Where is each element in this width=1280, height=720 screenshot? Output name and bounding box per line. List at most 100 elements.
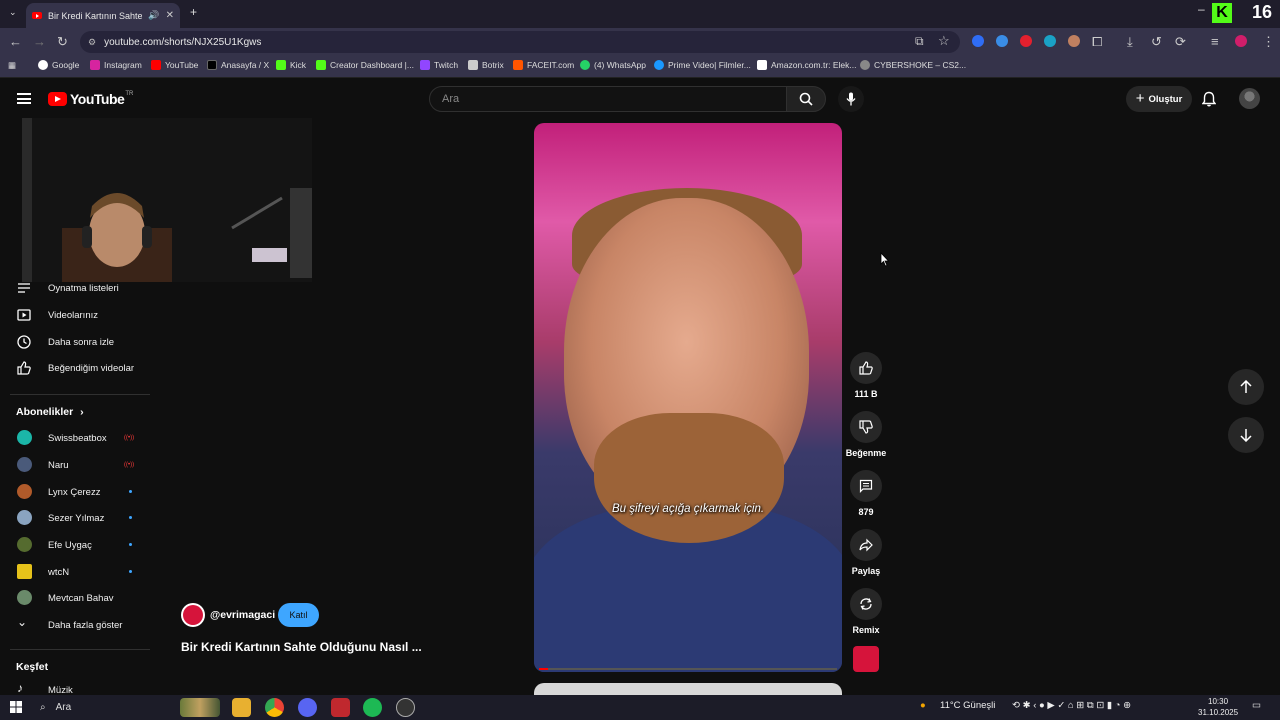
bookmark-label: Twitch [434,60,459,70]
bookmark-item[interactable]: Amazon.com.tr: Elek... [757,60,857,70]
bookmark-item[interactable]: Botrix [468,60,504,70]
notifications-icon[interactable]: ▭ [1252,700,1261,711]
site-info-icon[interactable]: ⚙ [88,37,96,48]
voice-search-button[interactable] [838,86,864,112]
browser-tab-active[interactable]: Bir Kredi Kartının Sahte Old 🔊 ✕ [26,3,180,28]
apps-grid-icon[interactable]: ▦ [8,60,16,71]
obs-studio-icon[interactable] [331,698,350,717]
bookmark-item[interactable]: YouTube [151,60,198,70]
subscription-item[interactable]: Swissbeatbox ((•)) [0,425,153,451]
system-tray-icons[interactable]: ⟲ ✱ ‹ ● ▶ ✓ ⌂ ⊞ ⧉ ⊡ ▮ ◔ ⊕ [1012,700,1131,711]
menu-kebab-icon[interactable]: ⋮ [1262,34,1275,50]
remix-button[interactable]: Remix [850,588,882,635]
menu-hamburger-icon[interactable] [17,93,31,104]
chrome-icon[interactable] [265,698,284,717]
bookmark-item[interactable]: (4) WhatsApp [580,60,646,70]
next-short-button[interactable] [1228,417,1264,453]
tab-search-icon[interactable]: ⌄ [9,7,17,18]
sidebar-item-watch-later[interactable]: Daha sonra izle [0,329,153,355]
dislike-button[interactable]: Beğenme [846,411,886,458]
extension-icon[interactable] [1020,35,1032,47]
bookmark-item[interactable]: Kick [276,60,306,70]
new-tab-icon[interactable]: + [190,5,197,19]
sync-icon[interactable]: ⟳ [1175,34,1186,50]
shorts-video-player[interactable]: Bu şifreyi açığa çıkarmak için. [534,123,842,672]
sidebar-item-liked-videos[interactable]: Beğendiğim videolar [0,355,153,381]
mouse-cursor-icon [880,252,890,267]
previous-short-button[interactable] [1228,369,1264,405]
notifications-bell-icon[interactable] [1202,91,1216,107]
weather-text[interactable]: 11°C Güneşli [940,700,995,711]
sound-channel-thumbnail[interactable] [853,646,879,672]
windows-start-icon[interactable] [10,701,22,713]
music-note-icon: ♪ [17,681,23,695]
video-progress-bar[interactable] [539,668,837,670]
search-icon: ⌕ [40,702,46,713]
media-icon[interactable]: ≡ [1211,34,1219,49]
back-icon[interactable]: ← [9,34,22,49]
bookmark-item[interactable]: Creator Dashboard |... [316,60,414,70]
share-button[interactable]: Paylaş [850,529,882,576]
subscription-item[interactable]: Efe Uygaç [0,532,153,558]
download-icon[interactable]: ⤓ [1127,34,1133,50]
extension-icon[interactable] [972,35,984,47]
taskbar-clock[interactable]: 10:30 31.10.2025 [1198,696,1238,718]
subscriptions-heading[interactable]: Abonelikler › [16,406,84,418]
bookmark-item[interactable]: Instagram [90,60,142,70]
extension-icon[interactable] [1044,35,1056,47]
bookmark-item[interactable]: Anasayfa / X [207,60,269,70]
subscription-item[interactable]: Sezer Yılmaz [0,505,153,531]
search-input[interactable]: Ara [429,86,787,112]
extension-icon[interactable] [996,35,1008,47]
bookmark-item[interactable]: CYBERSHOKE – CS2... [860,60,966,70]
browser-tabbar: ⌄ Bir Kredi Kartının Sahte Old 🔊 ✕ + – K… [0,0,1280,28]
subscription-item[interactable]: Lynx Çerezz [0,479,153,505]
plus-icon: + [1135,90,1145,107]
subscription-item[interactable]: wtcN [0,559,153,585]
channel-avatar[interactable] [181,603,205,627]
subscription-name: Naru [48,459,69,471]
url-text[interactable]: youtube.com/shorts/NJX25U1Kgws [104,37,261,48]
minimize-icon[interactable]: – [1198,2,1205,16]
create-button[interactable]: + Oluştur [1126,86,1192,112]
taskbar-search[interactable]: ⌕ Ara [34,697,178,718]
youtube-logo[interactable]: YouTube TR [48,91,133,107]
sidebar-item-your-videos[interactable]: Videolarınız [0,302,153,328]
forward-icon[interactable]: → [33,34,46,49]
spotify-icon[interactable] [363,698,382,717]
search-button[interactable] [786,86,826,112]
show-more-button[interactable]: ⌄ Daha fazla göster [0,612,153,638]
install-app-icon[interactable]: ⧉ [915,34,924,49]
steam-icon[interactable] [396,698,415,717]
sidebar-item-label: Oynatma listeleri [48,282,119,294]
tab-audio-icon[interactable]: 🔊 [148,10,159,21]
like-button[interactable]: 111 B [850,352,882,399]
taskbar-widget-image[interactable] [180,698,220,717]
subscription-item[interactable]: Mevtcan Bahav [0,585,153,611]
profile-avatar-icon[interactable] [1235,35,1247,47]
bookmark-star-icon[interactable]: ☆ [938,33,950,49]
short-title[interactable]: Bir Kredi Kartının Sahte Olduğunu Nasıl … [181,640,422,654]
history-icon[interactable]: ↺ [1151,34,1162,50]
subscription-name: Swissbeatbox [48,432,107,444]
file-explorer-icon[interactable] [232,698,251,717]
bookmark-item[interactable]: Prime Video| Filmler... [654,60,751,70]
channel-handle[interactable]: @evrimagaci [210,609,275,621]
video-progress-fill [539,668,548,670]
bookmark-item[interactable]: Twitch [420,60,458,70]
reload-icon[interactable]: ↻ [57,34,68,50]
extensions-puzzle-icon[interactable]: ⧠ [1092,34,1102,50]
discord-icon[interactable] [298,698,317,717]
new-content-dot [129,543,132,546]
account-avatar[interactable] [1239,88,1260,109]
bookmark-item[interactable]: FACEIT.com [513,60,574,70]
subscription-item[interactable]: Naru ((•)) [0,452,153,478]
tab-close-icon[interactable]: ✕ [166,10,174,21]
join-button[interactable]: Katıl [278,603,319,627]
like-count: 111 B [854,389,878,399]
bookmark-item[interactable]: Google [38,60,79,70]
extension-icon[interactable] [1068,35,1080,47]
comments-button[interactable]: 879 [850,470,882,517]
sidebar-divider [10,649,150,650]
url-omnibox[interactable]: ⚙ youtube.com/shorts/NJX25U1Kgws [80,31,960,53]
